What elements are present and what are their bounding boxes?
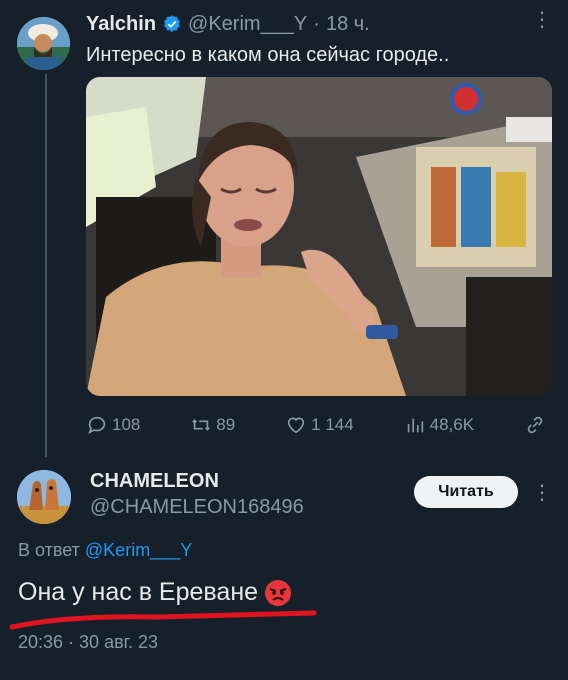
tweet-timestamp[interactable]: 20:36 · 30 авг. 23 xyxy=(18,632,158,653)
reply-context: В ответ @Kerim___Y xyxy=(18,540,192,561)
thread-connector-line xyxy=(45,74,47,457)
like-button[interactable]: 1 144 xyxy=(285,414,354,436)
tweet-media-image[interactable] xyxy=(86,77,552,396)
header-separator: · xyxy=(313,12,320,35)
tweet-text: Интересно в каком она сейчас городе.. xyxy=(86,44,450,66)
views-icon xyxy=(407,418,423,433)
author-handle[interactable]: @CHAMELEON168496 xyxy=(90,496,304,519)
angry-face-emoji xyxy=(265,579,292,606)
reply-handle-link[interactable]: @Kerim___Y xyxy=(85,540,192,560)
more-icon[interactable]: ⋮ xyxy=(532,480,552,505)
reply-count: 108 xyxy=(112,415,141,434)
author-name[interactable]: Yalchin xyxy=(86,13,156,36)
views-button[interactable]: 48,6K xyxy=(404,414,474,436)
more-icon[interactable]: ⋮ xyxy=(532,10,552,30)
verified-badge-icon xyxy=(164,15,180,32)
reply-button[interactable]: 108 xyxy=(86,414,140,436)
follow-button[interactable]: Читать xyxy=(414,476,518,508)
author-name[interactable]: CHAMELEON xyxy=(90,470,219,493)
tweet-time[interactable]: 18 ч. xyxy=(326,13,370,36)
media-photo xyxy=(86,77,552,396)
like-icon xyxy=(287,417,305,434)
reply-icon xyxy=(88,416,106,434)
like-count: 1 144 xyxy=(311,415,354,434)
tweet-actions-bar: 108 89 1 144 48,6K xyxy=(86,412,546,438)
red-underline-annotation xyxy=(9,610,317,630)
reply-tweet-text: Она у нас в Ереване xyxy=(18,578,292,607)
author-handle[interactable]: @Kerim___Y xyxy=(188,13,307,36)
reply-text: Она у нас в Ереване xyxy=(18,578,259,606)
retweet-count: 89 xyxy=(216,415,236,434)
avatar-yalchin[interactable] xyxy=(17,17,70,70)
reply-prefix: В ответ xyxy=(18,540,80,560)
share-button[interactable] xyxy=(524,414,546,436)
share-icon xyxy=(527,416,543,434)
tweet1-header: Yalchin @Kerim___Y · 18 ч. xyxy=(86,12,370,36)
retweet-icon xyxy=(192,419,211,431)
views-count: 48,6K xyxy=(429,415,475,434)
retweet-button[interactable]: 89 xyxy=(190,414,235,436)
avatar-chameleon[interactable] xyxy=(17,470,71,524)
